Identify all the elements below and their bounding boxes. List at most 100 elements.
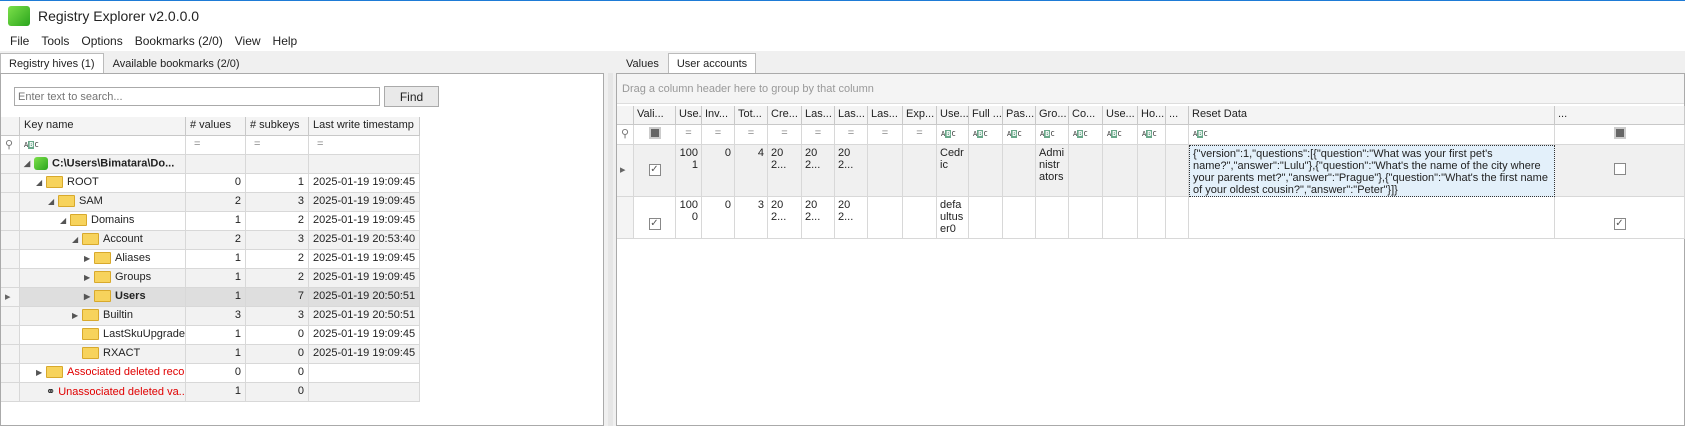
filter-cell[interactable]: = — [768, 125, 802, 145]
cell[interactable] — [903, 145, 937, 197]
tab-user-accounts[interactable]: User accounts — [667, 53, 757, 74]
key-name-cell[interactable]: LastSkuUpgrade — [20, 326, 186, 345]
key-name-cell[interactable]: ▶ Users — [20, 288, 186, 307]
key-name-cell[interactable]: ▶ Associated deleted recor... — [20, 364, 186, 383]
filter-cell[interactable] — [634, 125, 676, 145]
key-name-cell[interactable]: ▶ Groups — [20, 269, 186, 288]
column-header[interactable]: Full ... — [969, 106, 1003, 125]
cell[interactable] — [1103, 197, 1138, 239]
column-header[interactable]: ... — [1555, 106, 1685, 125]
column-header[interactable]: Use... — [937, 106, 969, 125]
key-name-cell[interactable]: ◢ ROOT — [20, 174, 186, 193]
cell[interactable] — [1069, 197, 1103, 239]
column-header[interactable]: Tot... — [735, 106, 768, 125]
cell[interactable]: 1001 — [676, 145, 702, 197]
checked-checkbox[interactable]: ✓ — [1613, 218, 1626, 230]
column-header[interactable]: Las... — [868, 106, 903, 125]
cell[interactable] — [1138, 145, 1166, 197]
filter-cell[interactable]: = — [246, 136, 309, 155]
column-header[interactable]: Pas... — [1003, 106, 1036, 125]
cell[interactable]: 3 — [735, 197, 768, 239]
menu-options[interactable]: Options — [75, 34, 128, 48]
cell[interactable] — [903, 197, 937, 239]
cell[interactable] — [969, 197, 1003, 239]
column-header[interactable]: Key name — [20, 117, 186, 136]
cell[interactable] — [1069, 145, 1103, 197]
cell[interactable]: {"version":1,"questions":[{"question":"W… — [1189, 145, 1555, 197]
tab-values[interactable]: Values — [617, 53, 668, 74]
search-input[interactable] — [14, 87, 380, 106]
filter-pin-icon[interactable]: ⚲ — [1, 136, 20, 155]
column-header[interactable]: Vali... — [634, 106, 676, 125]
collapse-arrow-icon[interactable]: ◢ — [72, 235, 82, 244]
filter-cell[interactable]: = — [835, 125, 868, 145]
expand-arrow-icon[interactable]: ▶ — [84, 273, 94, 282]
cell[interactable]: ✓ — [1555, 197, 1685, 239]
cell[interactable]: 202... — [802, 197, 835, 239]
checked-checkbox[interactable]: ✓ — [648, 218, 661, 230]
column-header[interactable]: Ho... — [1138, 106, 1166, 125]
cell[interactable]: 0 — [702, 197, 735, 239]
menu-help[interactable]: Help — [267, 34, 304, 48]
expand-arrow-icon[interactable]: ▶ — [84, 292, 94, 301]
cell[interactable]: 202... — [802, 145, 835, 197]
key-name-cell[interactable]: ▶ Aliases — [20, 250, 186, 269]
filter-cell[interactable] — [1555, 125, 1685, 145]
filter-cell[interactable]: = — [802, 125, 835, 145]
filter-cell[interactable]: = — [868, 125, 903, 145]
filter-cell[interactable]: = — [735, 125, 768, 145]
menu-tools[interactable]: Tools — [35, 34, 75, 48]
cell[interactable] — [1036, 197, 1069, 239]
key-name-cell[interactable]: ◢ Account — [20, 231, 186, 250]
cell[interactable]: 202... — [835, 145, 868, 197]
cell[interactable]: ✓ — [634, 197, 676, 239]
unchecked-checkbox[interactable] — [1613, 163, 1626, 175]
cell[interactable] — [1555, 145, 1685, 197]
cell[interactable]: 4 — [735, 145, 768, 197]
menu-view[interactable]: View — [229, 34, 267, 48]
expand-arrow-icon[interactable]: ▶ — [36, 368, 46, 377]
cell[interactable] — [1189, 197, 1555, 239]
group-by-area[interactable]: Drag a column header here to group by th… — [617, 74, 1684, 104]
key-name-cell[interactable]: ◢ Domains — [20, 212, 186, 231]
filter-cell[interactable]: ABC — [1069, 125, 1103, 145]
filter-cell[interactable]: ABC — [20, 136, 186, 155]
filter-cell[interactable]: ABC — [1036, 125, 1069, 145]
cell[interactable] — [1003, 145, 1036, 197]
cell[interactable] — [969, 145, 1003, 197]
filter-checkbox[interactable] — [648, 127, 661, 139]
collapse-arrow-icon[interactable]: ◢ — [48, 197, 58, 206]
filter-cell[interactable]: ABC — [1138, 125, 1166, 145]
tab-registry-hives-[interactable]: Registry hives (1) — [0, 53, 104, 74]
column-header[interactable]: Cre... — [768, 106, 802, 125]
filter-cell[interactable] — [1166, 125, 1189, 145]
column-header[interactable]: # subkeys — [246, 117, 309, 136]
cell[interactable]: 0 — [702, 145, 735, 197]
filter-cell[interactable]: = — [903, 125, 937, 145]
cell[interactable]: ✓ — [634, 145, 676, 197]
column-header[interactable]: Las... — [835, 106, 868, 125]
find-button[interactable]: Find — [384, 86, 439, 107]
column-header[interactable]: Last write timestamp — [309, 117, 420, 136]
column-header[interactable]: Use... — [1103, 106, 1138, 125]
key-name-cell[interactable]: RXACT — [20, 345, 186, 364]
expand-arrow-icon[interactable]: ▶ — [72, 311, 82, 320]
column-header[interactable]: Co... — [1069, 106, 1103, 125]
column-header[interactable]: Reset Data — [1189, 106, 1555, 125]
cell[interactable]: 1000 — [676, 197, 702, 239]
cell[interactable]: 202... — [768, 197, 802, 239]
filter-cell[interactable]: = — [309, 136, 420, 155]
column-header[interactable]: Gro... — [1036, 106, 1069, 125]
expand-arrow-icon[interactable]: ▶ — [84, 254, 94, 263]
collapse-arrow-icon[interactable]: ◢ — [60, 216, 70, 225]
cell[interactable] — [868, 145, 903, 197]
filter-cell[interactable]: ABC — [1003, 125, 1036, 145]
cell[interactable]: 202... — [768, 145, 802, 197]
cell[interactable] — [1003, 197, 1036, 239]
filter-cell[interactable]: = — [702, 125, 735, 145]
filter-cell[interactable]: ABC — [1103, 125, 1138, 145]
column-header[interactable]: Exp... — [903, 106, 937, 125]
cell[interactable]: Cedric — [937, 145, 969, 197]
key-name-cell[interactable]: ▶ Builtin — [20, 307, 186, 326]
column-header[interactable]: # values — [186, 117, 246, 136]
